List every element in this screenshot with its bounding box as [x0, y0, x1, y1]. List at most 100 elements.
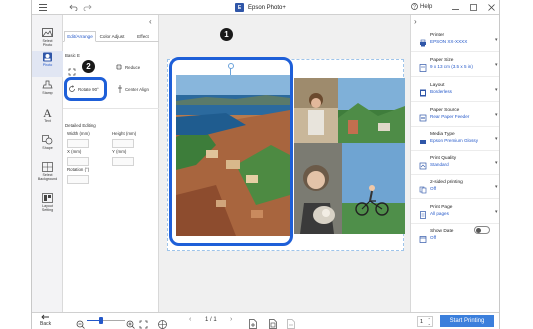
enlarge-icon[interactable]	[68, 63, 76, 76]
edit-tabs: Edit/Arrange Color Adjust Effect	[63, 31, 159, 42]
setting-media-type[interactable]: Media Type Epson Premium Glossy ▾	[411, 127, 499, 151]
menu-icon[interactable]	[38, 2, 48, 13]
window-title: Epson Photo+	[248, 4, 286, 11]
zoom-slider-thumb[interactable]	[99, 317, 103, 324]
chevron-down-icon[interactable]: ▾	[495, 160, 498, 166]
window-title-group: E Epson Photo+	[235, 2, 286, 13]
show-date-toggle[interactable]	[474, 226, 490, 234]
collapse-panel-icon[interactable]: ‹	[149, 17, 152, 26]
chevron-down-icon[interactable]: ▾	[495, 62, 498, 68]
height-field[interactable]	[112, 139, 134, 148]
epson-photo-window: E Epson Photo+ ? Help Select Photo Photo…	[31, 0, 500, 329]
rail-item-text[interactable]: A Text	[32, 107, 63, 133]
add-page-icon[interactable]	[249, 316, 257, 329]
chevron-down-icon[interactable]: ▾	[495, 209, 498, 215]
chevron-down-icon[interactable]: ▾	[495, 136, 498, 142]
setting-layout[interactable]: Layout Borderless ▾	[411, 78, 499, 102]
selection-highlight	[169, 57, 293, 246]
minimize-icon[interactable]	[450, 2, 460, 13]
collapse-settings-icon[interactable]: ›	[414, 17, 417, 26]
callout-1: 1	[220, 28, 233, 41]
setting-value: EPSON XX-XXXX	[430, 39, 468, 44]
text-icon: A	[42, 107, 54, 118]
rail-item-select-background[interactable]: Select Background	[32, 161, 63, 191]
svg-text:A: A	[43, 107, 52, 118]
redo-icon[interactable]	[82, 2, 92, 13]
media-type-icon	[419, 133, 427, 144]
back-button[interactable]: Back	[40, 314, 51, 327]
y-field[interactable]	[112, 157, 134, 166]
paper-source-icon	[419, 109, 427, 122]
section-divider	[63, 108, 159, 109]
maximize-icon[interactable]	[468, 2, 478, 13]
chevron-down-icon[interactable]: ▾	[495, 87, 498, 93]
setting-printer[interactable]: Printer EPSON XX-XXXX ▾	[411, 28, 499, 52]
setting-value: Borderless	[430, 89, 452, 94]
tab-effect[interactable]: Effect	[128, 31, 158, 42]
setting-print-quality[interactable]: Print Quality Standard ▾	[411, 151, 499, 175]
collage-photo-girl[interactable]	[294, 78, 338, 143]
tab-color-adjust[interactable]: Color Adjust	[96, 31, 128, 42]
chevron-down-icon[interactable]: ▾	[495, 184, 498, 190]
rotation-field[interactable]	[67, 175, 89, 184]
setting-value: Rear Paper Feeder	[430, 114, 470, 119]
collage-photo-cyclist[interactable]	[342, 143, 405, 234]
print-canvas	[159, 15, 410, 312]
reduce-button[interactable]: Reduce	[115, 63, 140, 71]
setting-label: Printer	[430, 33, 445, 38]
center-align-button[interactable]: Center Align	[117, 85, 149, 93]
layout-icon	[419, 84, 427, 97]
chevron-down-icon[interactable]: ▾	[495, 112, 498, 118]
duplex-icon	[419, 181, 427, 194]
y-label: Y (mm)	[112, 149, 127, 154]
help-button[interactable]: ? Help	[411, 3, 432, 10]
setting-label: Print Quality	[430, 156, 457, 161]
rail-label-photo: Photo	[42, 63, 53, 67]
rotate-highlight	[64, 77, 107, 101]
back-arrow-icon	[41, 314, 50, 320]
tab-edit-arrange[interactable]: Edit/Arrange	[64, 31, 96, 42]
fit-screen-icon[interactable]	[139, 316, 148, 329]
collage-photo-woman-dog[interactable]	[294, 143, 342, 234]
page-indicator: 1 / 1	[205, 317, 217, 323]
delete-page-icon[interactable]	[287, 316, 295, 329]
center-align-label: Center Align	[125, 86, 149, 92]
copy-page-icon[interactable]	[269, 316, 277, 329]
help-icon: ?	[411, 3, 418, 10]
start-printing-button[interactable]: Start Printing	[440, 315, 494, 327]
basic-editing-label: Basic E	[65, 53, 80, 58]
rail-item-shape[interactable]: Shape	[32, 134, 63, 160]
rotate-handle[interactable]	[227, 63, 234, 69]
rail-label-select-background: Select Background	[37, 173, 58, 182]
setting-2-sided-printing[interactable]: 2-sided printing Off ▾	[411, 175, 499, 199]
copies-value: 1	[420, 318, 424, 325]
x-label: X (mm)	[67, 149, 82, 154]
undo-icon[interactable]	[68, 2, 78, 13]
copies-stepper[interactable]: 1 ⌃ ⌄	[417, 316, 433, 327]
rail-item-stamp[interactable]: Stamp	[32, 79, 63, 105]
prev-page-icon[interactable]: ‹	[189, 316, 191, 323]
zoom-in-icon[interactable]	[126, 316, 135, 329]
print-page-icon	[419, 206, 427, 219]
x-field[interactable]	[67, 157, 89, 166]
setting-label: Print Page	[430, 205, 453, 210]
width-field[interactable]	[67, 139, 89, 148]
close-icon[interactable]	[486, 2, 496, 13]
toggle-knob	[476, 228, 481, 233]
printer-icon	[419, 34, 427, 47]
next-page-icon[interactable]: ›	[230, 316, 232, 323]
setting-label: Paper Source	[430, 108, 460, 113]
rail-item-photo[interactable]: Photo	[32, 51, 63, 77]
stepper-arrows-icon[interactable]: ⌃ ⌄	[428, 317, 431, 326]
rail-item-select-photo[interactable]: Select Photo	[32, 27, 63, 53]
setting-paper-source[interactable]: Paper Source Rear Paper Feeder ▾	[411, 103, 499, 127]
collage-photo-landscape[interactable]	[338, 78, 405, 143]
chevron-down-icon[interactable]: ▾	[495, 37, 498, 43]
zoom-out-icon[interactable]	[76, 316, 85, 329]
rail-item-layout-setting[interactable]: Layout Setting	[32, 192, 63, 222]
setting-label: 2-sided printing	[430, 180, 463, 185]
rail-label-select-photo: Select Photo	[42, 39, 53, 48]
setting-paper-size[interactable]: Paper Size 9 x 13 cm (3.5 x 5 in) ▾	[411, 53, 499, 77]
setting-print-page[interactable]: Print Page All pages ▾	[411, 200, 499, 224]
grid-icon[interactable]	[158, 316, 167, 329]
